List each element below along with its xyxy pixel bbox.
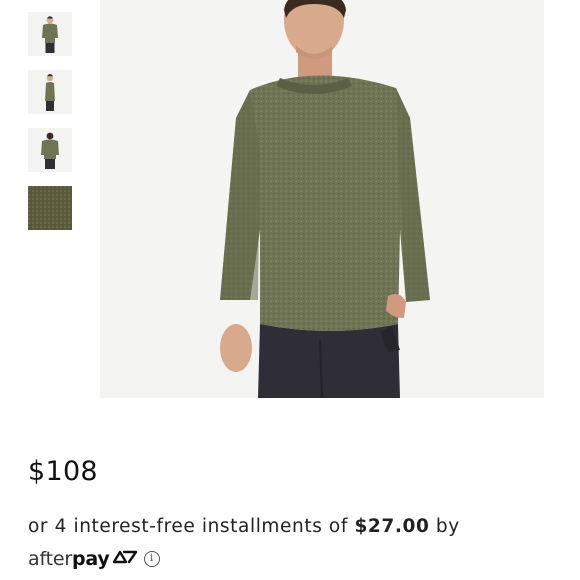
afterpay-arrows-icon [112, 549, 138, 569]
installment-amount: $27.00 [354, 516, 430, 537]
thumbnail-front[interactable] [28, 12, 72, 56]
afterpay-row: afterpay i [28, 546, 160, 572]
afterpay-logo: afterpay [28, 548, 110, 570]
afterpay-logo-bold: pay [71, 548, 110, 570]
installments-prefix: or 4 interest-free installments of [28, 516, 355, 537]
product-page: $108 or 4 interest-free installments of … [0, 0, 580, 580]
installments-text: or 4 interest-free installments of $27.0… [28, 516, 460, 537]
main-product-image[interactable] [100, 0, 544, 398]
thumbnail-fabric[interactable] [28, 186, 72, 230]
info-icon[interactable]: i [143, 551, 160, 567]
product-price: $108 [28, 456, 98, 487]
thumbnail-back[interactable] [28, 128, 72, 172]
afterpay-logo-light: after [28, 548, 72, 570]
thumbnail-side[interactable] [28, 70, 72, 114]
installments-suffix: by [429, 516, 460, 537]
